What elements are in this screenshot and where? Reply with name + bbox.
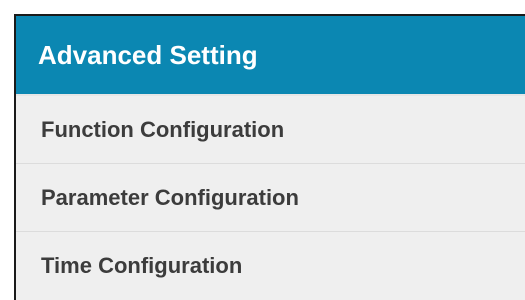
menu-item-label: Parameter Configuration <box>41 184 299 210</box>
panel-header[interactable]: Advanced Setting <box>16 16 525 96</box>
panel-title: Advanced Setting <box>38 39 258 70</box>
menu-item-label: Function Configuration <box>41 116 285 142</box>
menu-item-function-configuration[interactable]: Function Configuration <box>16 96 525 164</box>
menu-item-label: Time Configuration <box>41 253 243 278</box>
advanced-setting-panel: Advanced Setting Function Configuration … <box>14 14 525 300</box>
menu-item-parameter-configuration[interactable]: Parameter Configuration <box>16 164 525 232</box>
menu-item-time-configuration[interactable]: Time Configuration <box>16 232 525 300</box>
